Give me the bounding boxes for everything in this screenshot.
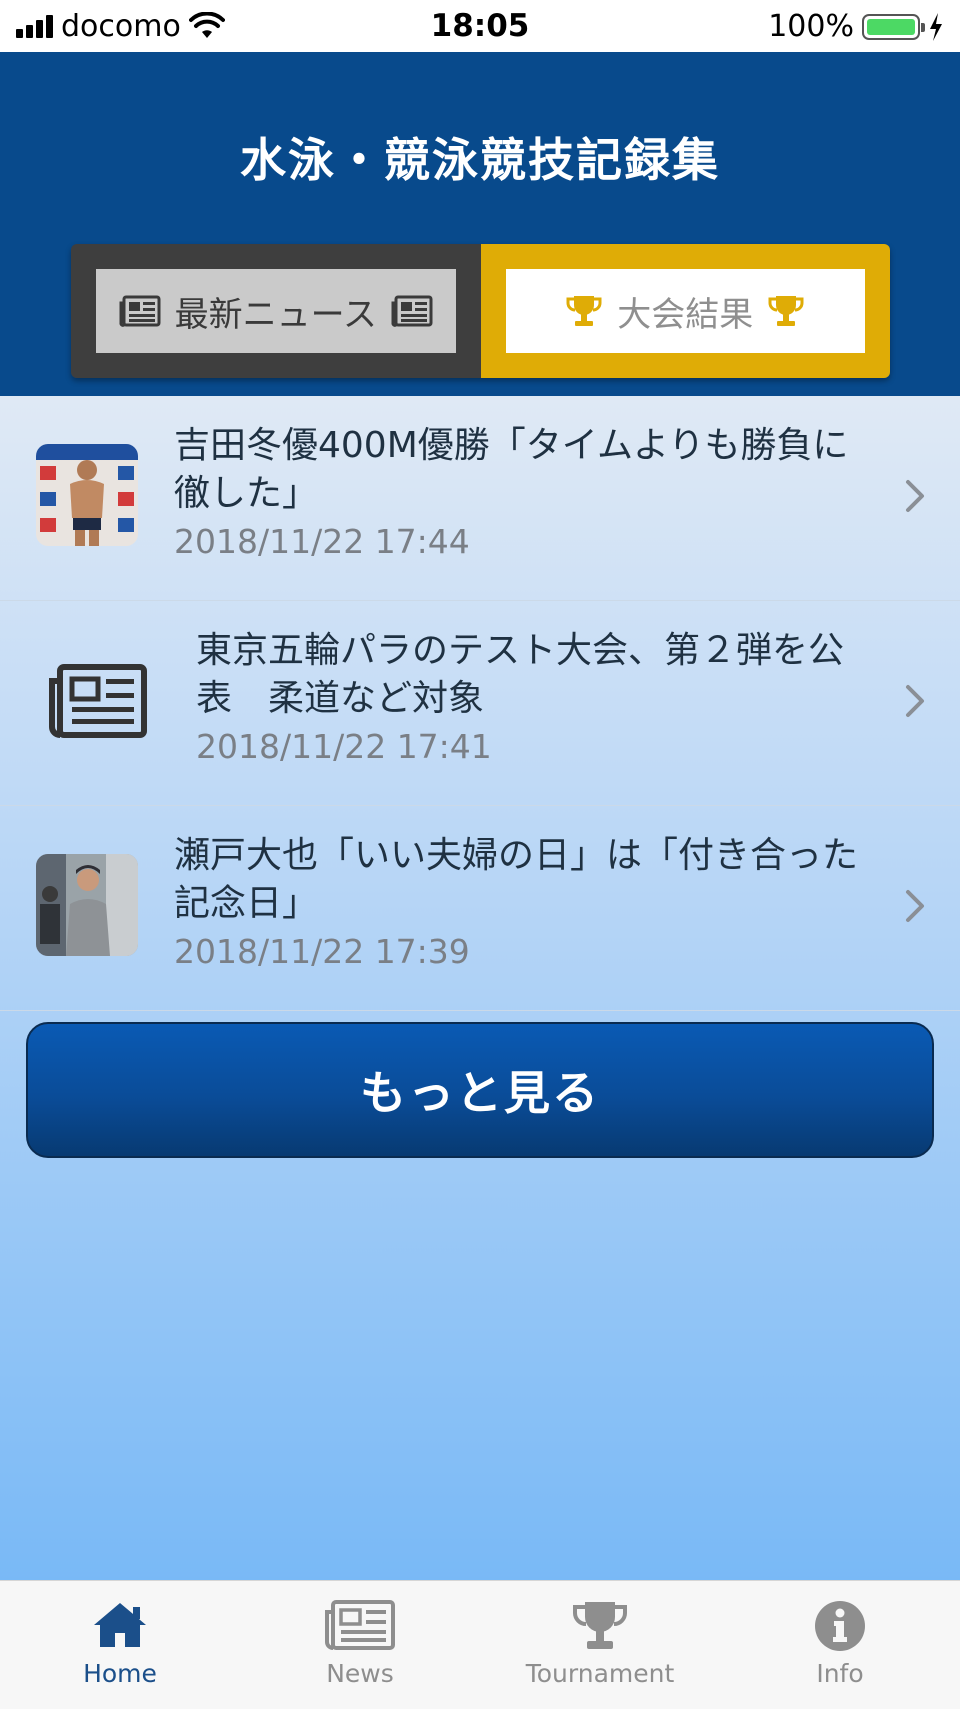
status-right: 100% [768,9,944,44]
news-thumbnail-photo [36,444,138,546]
trophy-icon [573,1602,627,1649]
info-icon [815,1601,865,1651]
newspaper-icon [49,664,147,738]
load-more-button[interactable]: もっと見る [26,1022,934,1158]
tab-info-label: Info [816,1659,864,1688]
news-timestamp: 2018/11/22 17:39 [174,932,470,971]
news-timestamp: 2018/11/22 17:41 [196,727,492,766]
battery-percent: 100% [768,9,854,44]
segment-latest-news[interactable]: 最新ニュース [71,244,481,378]
battery-icon [862,13,925,40]
battery-fill [867,18,915,35]
charging-bolt-icon [930,12,942,41]
trophy-icon [566,296,602,326]
newspaper-icon [325,1600,395,1650]
segment-tournament-results-label: 大会結果 [617,294,754,335]
news-item-text: 瀬戸大也「いい夫婦の日」は「付き合った記念日」 2018/11/22 17:39 [174,832,870,971]
segment-tournament-results-inner[interactable]: 大会結果 [505,269,865,353]
tab-home[interactable]: Home [0,1581,240,1709]
home-icon [94,1603,146,1647]
tab-home-label: Home [83,1659,157,1688]
app-header: 水泳・競泳競技記録集 最新ニュース 大会結果 [0,52,960,396]
news-title: 瀬戸大也「いい夫婦の日」は「付き合った記念日」 [174,835,859,924]
tab-tournament-label: Tournament [525,1659,675,1688]
battery-nub [921,22,925,32]
news-title: 東京五輪パラのテスト大会、第２弾を公表 柔道など対象 [196,630,845,719]
tab-news-label: News [326,1659,394,1688]
tab-news[interactable]: News [240,1581,480,1709]
newspaper-icon [391,295,433,327]
news-title: 吉田冬優400M優勝「タイムよりも勝負に徹した」 [174,425,849,514]
app-title: 水泳・競泳競技記録集 [240,133,720,187]
segment-control: 最新ニュース 大会結果 [71,244,890,378]
news-item[interactable]: 吉田冬優400M優勝「タイムよりも勝負に徹した」 2018/11/22 17:4… [0,396,960,601]
chevron-right-icon [906,890,924,922]
segment-tournament-results[interactable]: 大会結果 [480,244,890,378]
trophy-icon [768,296,804,326]
tab-tournament[interactable]: Tournament [480,1581,720,1709]
chevron-right-icon [906,480,924,512]
tab-info[interactable]: Info [720,1581,960,1709]
newspaper-icon [119,295,161,327]
news-item-text: 東京五輪パラのテスト大会、第２弾を公表 柔道など対象 2018/11/22 17… [196,627,870,766]
segment-latest-news-inner[interactable]: 最新ニュース [96,269,456,353]
news-thumbnail-photo [36,854,138,956]
news-item-text: 吉田冬優400M優勝「タイムよりも勝負に徹した」 2018/11/22 17:4… [174,422,870,561]
tab-bar: Home News Tournament Info [0,1580,960,1709]
news-list: 吉田冬優400M優勝「タイムよりも勝負に徹した」 2018/11/22 17:4… [0,396,960,1011]
segment-latest-news-label: 最新ニュース [174,294,377,335]
news-timestamp: 2018/11/22 17:44 [174,522,470,561]
status-bar: docomo 18:05 100% [0,0,960,52]
news-item[interactable]: 東京五輪パラのテスト大会、第２弾を公表 柔道など対象 2018/11/22 17… [0,601,960,806]
chevron-right-icon [906,685,924,717]
news-item[interactable]: 瀬戸大也「いい夫婦の日」は「付き合った記念日」 2018/11/22 17:39 [0,806,960,1011]
